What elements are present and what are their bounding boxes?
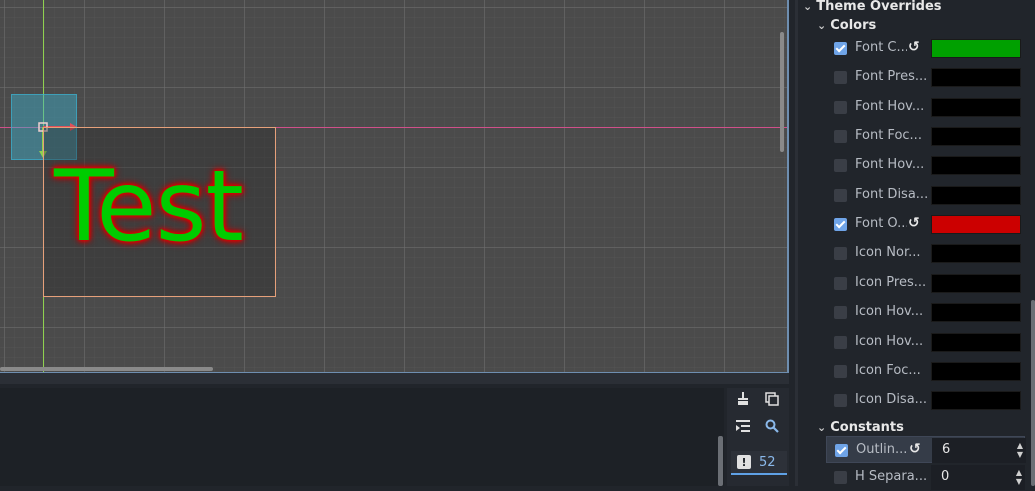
error-filter-toggle[interactable]: ! 52 bbox=[731, 451, 787, 475]
property-label: H Separa... bbox=[855, 469, 928, 484]
color-override-row[interactable]: Font Disa... bbox=[826, 182, 1025, 209]
color-override-row[interactable]: Font C... ↺ bbox=[826, 35, 1025, 62]
constants-title: Constants bbox=[830, 419, 904, 435]
override-checkbox[interactable] bbox=[834, 394, 847, 408]
color-picker-button[interactable] bbox=[931, 215, 1021, 235]
clear-output-button[interactable] bbox=[731, 388, 755, 410]
override-checkbox[interactable] bbox=[834, 218, 847, 232]
color-override-row[interactable]: Font Foc... bbox=[826, 123, 1025, 150]
revert-icon[interactable]: ↺ bbox=[909, 441, 921, 457]
collapse-output-button[interactable] bbox=[731, 415, 755, 437]
override-checkbox[interactable] bbox=[834, 100, 847, 114]
override-checkbox[interactable] bbox=[834, 471, 847, 484]
color-override-row[interactable]: Icon Pres... bbox=[826, 270, 1025, 297]
color-picker-button[interactable] bbox=[931, 39, 1021, 58]
property-label: Font Hov... bbox=[855, 98, 925, 114]
color-picker-button[interactable] bbox=[931, 303, 1021, 323]
chevron-down-icon: ⌄ bbox=[817, 420, 827, 434]
spin-arrows-icon[interactable]: ▲ ▼ bbox=[1017, 441, 1023, 459]
property-label: Font Foc... bbox=[855, 128, 922, 144]
copy-icon bbox=[765, 392, 779, 406]
collapse-lines-icon bbox=[736, 420, 750, 432]
constant-override-row[interactable]: Outlin... ↺ 6 ▲ ▼ bbox=[826, 436, 1026, 463]
property-label: Font C... bbox=[855, 40, 907, 55]
property-label: Icon Pres... bbox=[855, 274, 927, 290]
override-checkbox[interactable] bbox=[835, 444, 848, 457]
color-override-row[interactable]: Font O... ↺ bbox=[826, 211, 1025, 238]
color-override-row[interactable]: Icon Foc... bbox=[826, 358, 1025, 385]
property-label: Font O... bbox=[855, 216, 907, 232]
search-icon bbox=[765, 419, 779, 433]
output-log[interactable] bbox=[0, 388, 724, 486]
color-picker-button[interactable] bbox=[931, 68, 1021, 88]
color-override-row[interactable]: Icon Disa... bbox=[826, 387, 1025, 414]
color-override-row[interactable]: Font Pres... bbox=[826, 64, 1025, 91]
override-checkbox[interactable] bbox=[834, 71, 847, 85]
color-override-row[interactable]: Icon Hov... bbox=[826, 329, 1025, 356]
revert-icon[interactable]: ↺ bbox=[908, 215, 920, 231]
inspector-panel: ⌄ Theme Overrides ⌄ Colors Font C... ↺ Fon… bbox=[801, 0, 1035, 490]
copy-output-button[interactable] bbox=[760, 388, 784, 410]
spinbox-value: 0 bbox=[941, 469, 950, 484]
warning-icon: ! bbox=[737, 455, 751, 469]
bottom-panel bbox=[0, 373, 789, 486]
spin-arrows-icon[interactable]: ▲ ▼ bbox=[1016, 468, 1022, 486]
property-label: Icon Disa... bbox=[855, 392, 928, 408]
label-node-text: Test bbox=[54, 150, 244, 264]
theme-overrides-title: Theme Overrides bbox=[816, 0, 942, 14]
override-checkbox[interactable] bbox=[834, 335, 847, 349]
output-scrollbar[interactable] bbox=[718, 436, 723, 486]
revert-icon[interactable]: ↺ bbox=[908, 39, 920, 55]
inspector-scrollbar[interactable] bbox=[1031, 300, 1035, 486]
property-label: Icon Hov... bbox=[855, 304, 924, 320]
colors-header[interactable]: ⌄ Colors bbox=[817, 14, 876, 36]
property-label: Icon Nor... bbox=[855, 245, 921, 261]
dock-splitter-handle[interactable] bbox=[795, 0, 798, 486]
spinbox-value: 6 bbox=[942, 442, 951, 457]
chevron-down-icon: ⌄ bbox=[803, 0, 813, 13]
property-label: Font Disa... bbox=[855, 186, 929, 202]
color-picker-button[interactable] bbox=[931, 273, 1021, 293]
viewport-horizontal-scrollbar[interactable] bbox=[0, 367, 213, 371]
property-label: Icon Hov... bbox=[855, 333, 924, 349]
broom-icon bbox=[738, 392, 748, 405]
color-override-row[interactable]: Font Hov... bbox=[826, 152, 1025, 179]
chevron-down-icon: ⌄ bbox=[817, 18, 827, 32]
property-label: Font Hov... bbox=[855, 157, 925, 173]
override-checkbox[interactable] bbox=[834, 276, 847, 290]
color-picker-button[interactable] bbox=[931, 332, 1021, 352]
viewport-vertical-scrollbar[interactable] bbox=[780, 32, 784, 152]
property-label: Outlin... bbox=[856, 442, 908, 457]
override-checkbox[interactable] bbox=[834, 42, 847, 55]
canvas-viewport[interactable]: Test bbox=[0, 0, 789, 373]
colors-title: Colors bbox=[830, 17, 877, 33]
override-checkbox[interactable] bbox=[834, 159, 847, 173]
override-checkbox[interactable] bbox=[834, 188, 847, 202]
color-picker-button[interactable] bbox=[931, 244, 1021, 264]
number-spinbox[interactable]: 6 ▲ ▼ bbox=[932, 438, 1026, 463]
property-label: Font Pres... bbox=[855, 69, 928, 85]
panel-divider[interactable] bbox=[0, 373, 789, 384]
color-picker-button[interactable] bbox=[931, 97, 1021, 117]
override-checkbox[interactable] bbox=[834, 364, 847, 378]
property-label: Icon Foc... bbox=[855, 362, 921, 378]
color-override-row[interactable]: Icon Nor... bbox=[826, 240, 1025, 267]
constants-header[interactable]: ⌄ Constants bbox=[817, 416, 904, 438]
color-picker-button[interactable] bbox=[931, 156, 1021, 176]
color-picker-button[interactable] bbox=[931, 361, 1021, 381]
color-picker-button[interactable] bbox=[931, 127, 1021, 147]
number-spinbox[interactable]: 0 ▲ ▼ bbox=[931, 465, 1025, 490]
search-output-button[interactable] bbox=[760, 415, 784, 437]
error-count: 52 bbox=[759, 454, 776, 470]
override-checkbox[interactable] bbox=[834, 306, 847, 320]
color-picker-button[interactable] bbox=[931, 185, 1021, 205]
constant-override-row[interactable]: H Separa... 0 ▲ ▼ bbox=[826, 464, 1025, 491]
override-checkbox[interactable] bbox=[834, 130, 847, 144]
override-checkbox[interactable] bbox=[834, 247, 847, 261]
color-override-row[interactable]: Icon Hov... bbox=[826, 299, 1025, 326]
color-picker-button[interactable] bbox=[931, 391, 1021, 411]
color-override-row[interactable]: Font Hov... bbox=[826, 94, 1025, 121]
